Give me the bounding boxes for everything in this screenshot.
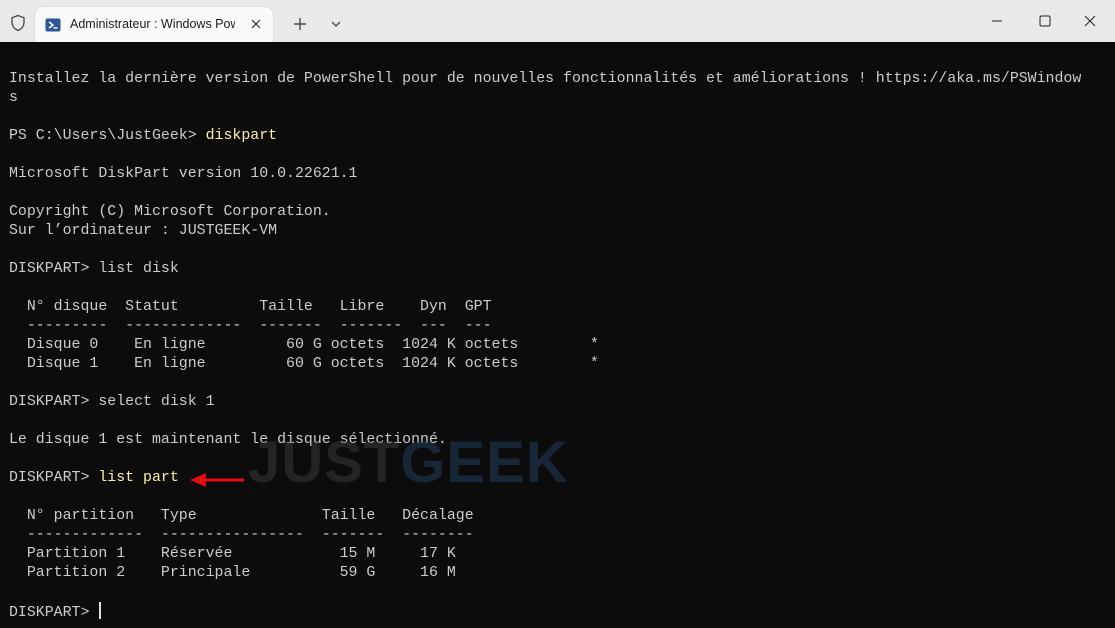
title-bar: Administrateur : Windows PowerShell xyxy=(0,0,1115,42)
chevron-down-icon[interactable] xyxy=(328,16,344,32)
shield-icon xyxy=(11,14,25,32)
command-prompt: DISKPART> xyxy=(9,605,99,621)
command-prompt: DISKPART> xyxy=(9,470,99,486)
partition-table-row: Partition 2 Principale 59 G 16 M xyxy=(9,565,456,581)
terminal-line: PS C:\Users\JustGeek> diskpart xyxy=(9,127,277,146)
maximize-icon[interactable] xyxy=(1022,8,1068,34)
close-icon[interactable] xyxy=(247,15,265,33)
terminal-line: DISKPART> list disk xyxy=(9,261,179,277)
terminal-line: Copyright (C) Microsoft Corporation. xyxy=(9,204,331,220)
close-icon[interactable] xyxy=(1067,8,1113,34)
disk-table-row: Disque 0 En ligne 60 G octets 1024 K oct… xyxy=(9,337,599,353)
terminal-line: DISKPART> select disk 1 xyxy=(9,394,215,410)
disk-table-separator: --------- ------------- ------- ------- … xyxy=(9,318,492,334)
text-cursor xyxy=(99,602,102,619)
partition-table-separator: ------------- ---------------- ------- -… xyxy=(9,527,474,543)
disk-table-header: N° disque Statut Taille Libre Dyn GPT xyxy=(9,299,492,315)
terminal-line: DISKPART> list part xyxy=(9,469,179,488)
tab-title: Administrateur : Windows PowerShell xyxy=(70,17,235,31)
command-prompt: PS C:\Users\JustGeek> xyxy=(9,128,206,144)
plus-icon[interactable] xyxy=(291,15,309,33)
terminal-line: Sur l’ordinateur : JUSTGEEK-VM xyxy=(9,223,278,239)
partition-table-header: N° partition Type Taille Décalage xyxy=(9,508,474,524)
terminal-line: s xyxy=(9,90,18,106)
terminal-window: Administrateur : Windows PowerShell Inst… xyxy=(0,0,1115,628)
terminal-output[interactable]: Installez la dernière version de PowerSh… xyxy=(0,42,1115,628)
tab-powershell[interactable]: Administrateur : Windows PowerShell xyxy=(35,7,273,42)
terminal-prompt-line: DISKPART> xyxy=(9,602,102,621)
command-text: list part xyxy=(98,470,179,486)
command-text: diskpart xyxy=(205,128,278,144)
terminal-line: Microsoft DiskPart version 10.0.22621.1 xyxy=(9,166,358,182)
watermark-part1: JUST xyxy=(248,430,401,495)
watermark-part2: GEEK xyxy=(400,430,569,495)
minimize-icon[interactable] xyxy=(974,8,1020,34)
watermark-logo: JUSTGEEK xyxy=(248,432,569,494)
annotation-arrow-icon xyxy=(190,473,244,487)
terminal-line: Installez la dernière version de PowerSh… xyxy=(9,71,1082,87)
powershell-icon xyxy=(45,18,61,32)
partition-table-row: Partition 1 Réservée 15 M 17 K xyxy=(9,546,456,562)
disk-table-row: Disque 1 En ligne 60 G octets 1024 K oct… xyxy=(9,356,599,372)
